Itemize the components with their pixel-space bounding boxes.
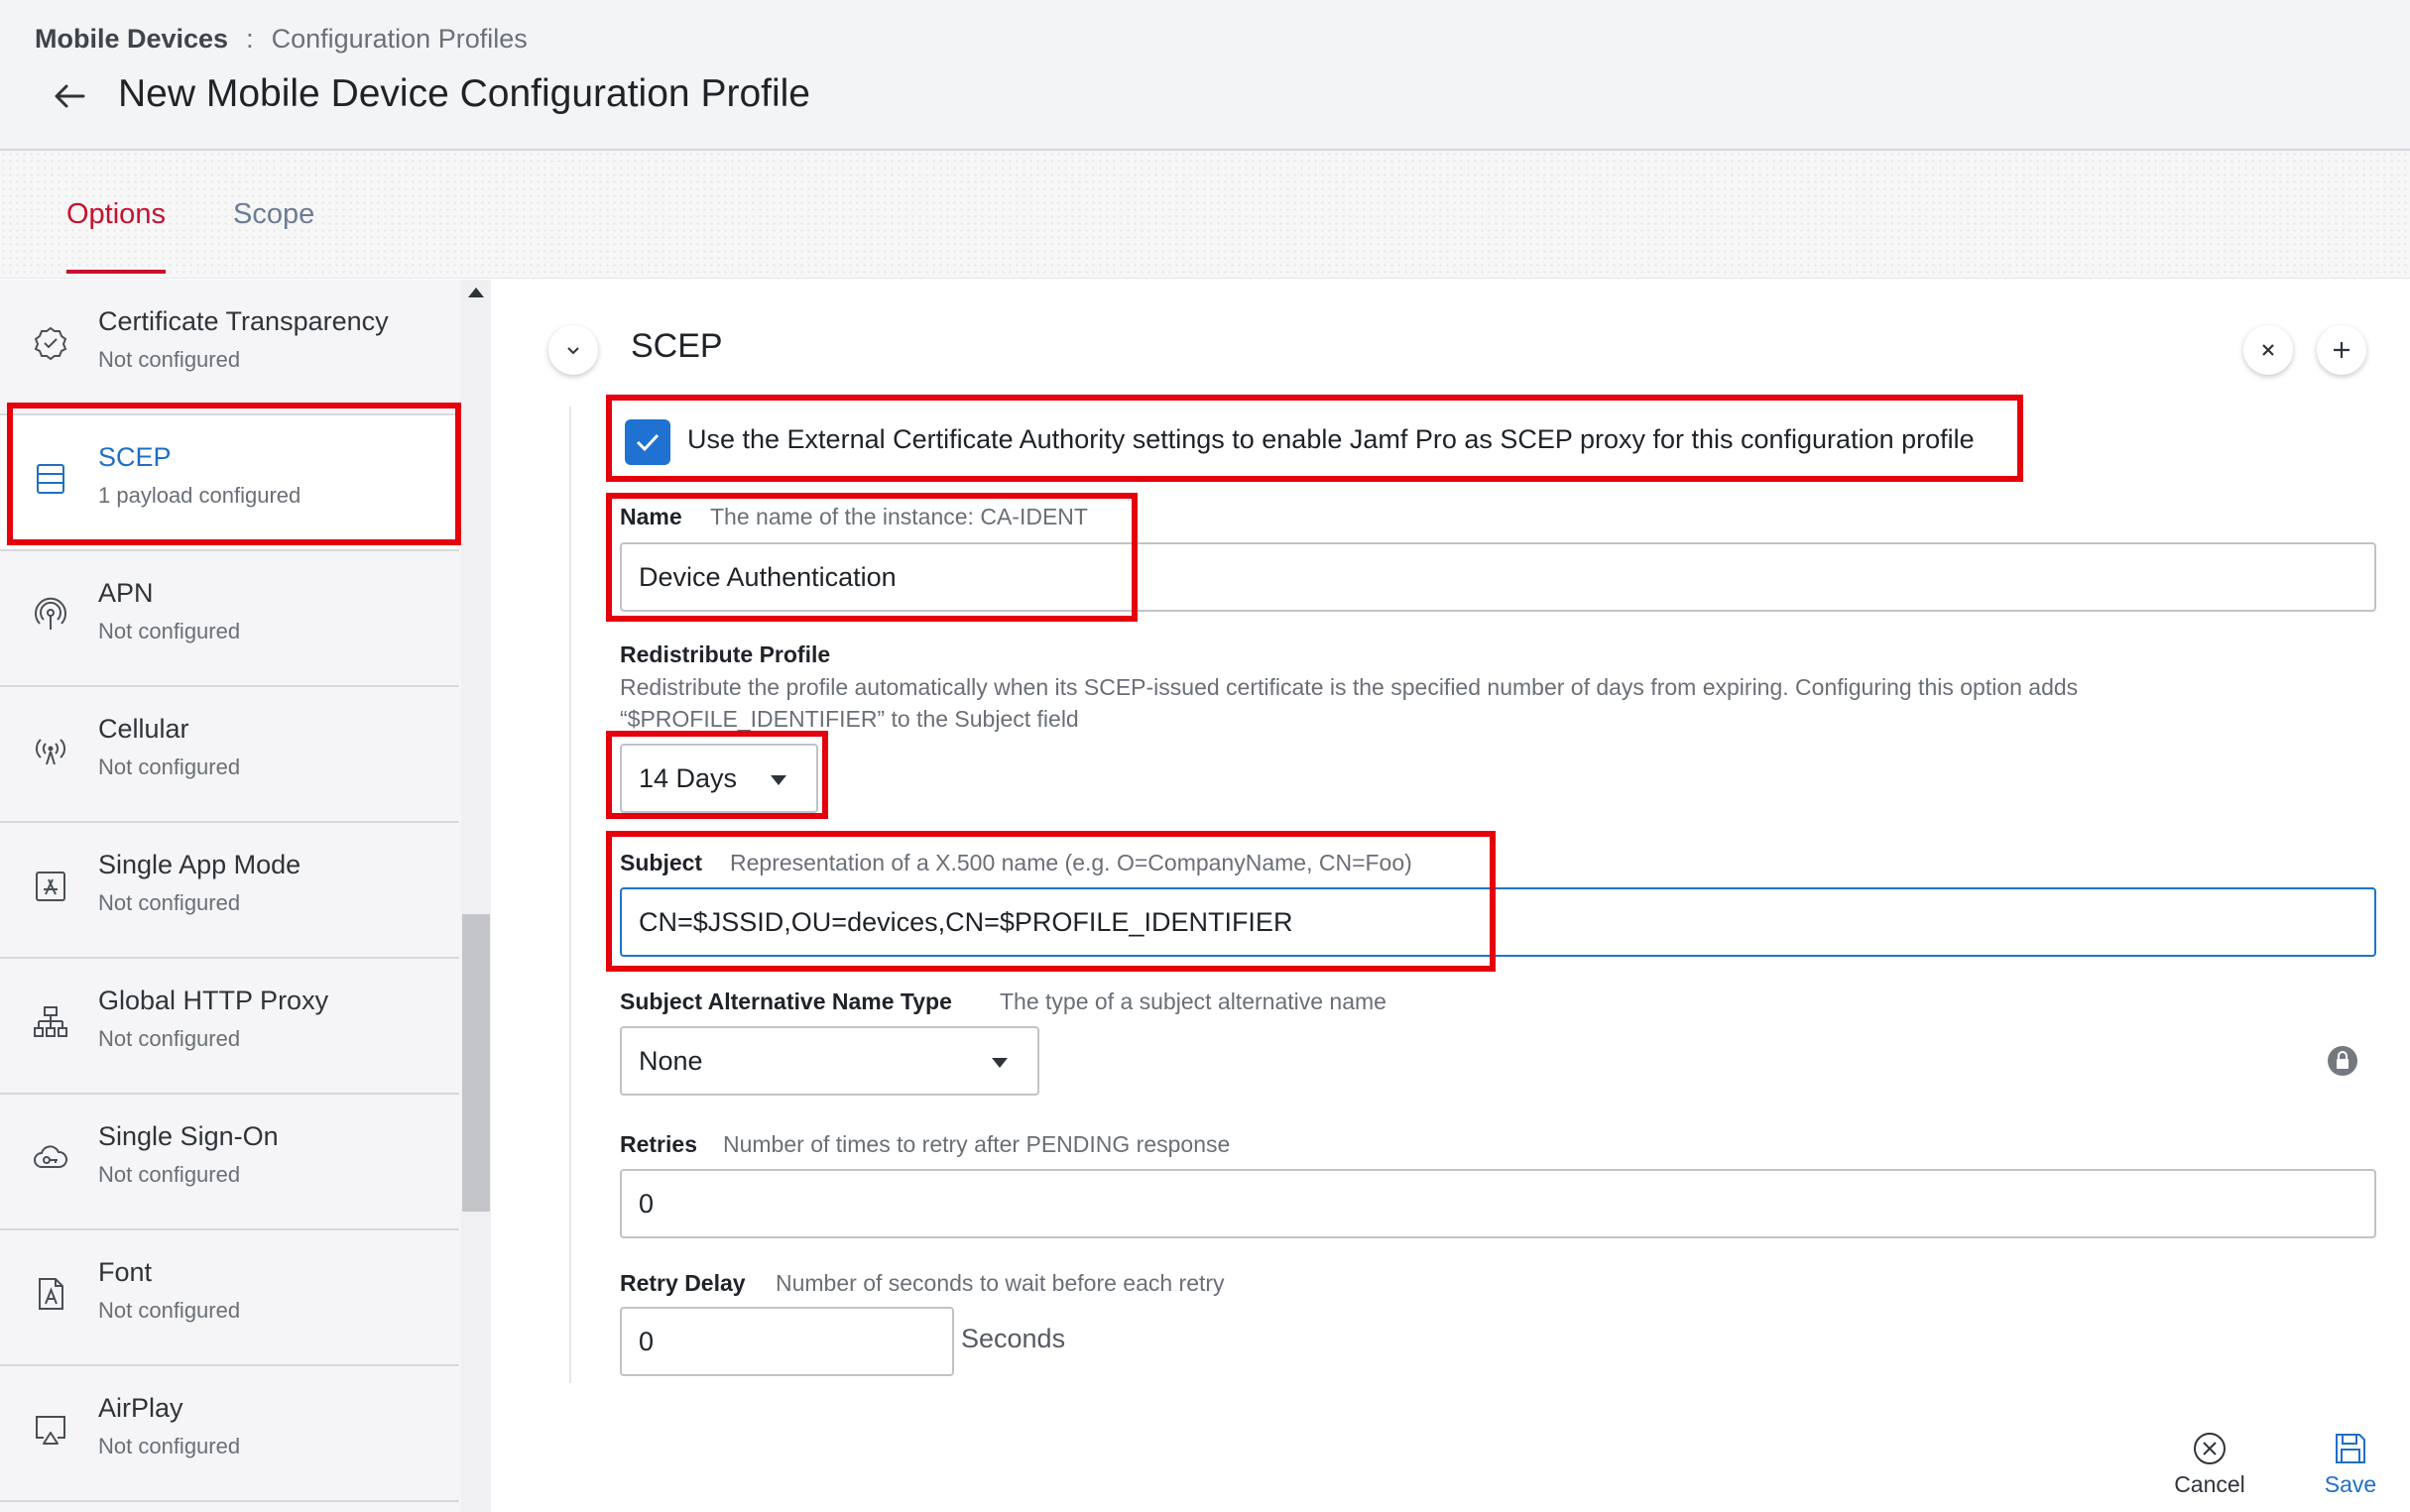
save-disk-icon [2336, 1434, 2365, 1463]
page-header: Mobile Devices : Configuration Profiles … [0, 0, 2410, 151]
sidebar-item-title: Font [98, 1257, 153, 1287]
sidebar-item-title: Certificate Transparency [98, 306, 389, 336]
sidebar-item-status: Not configured [98, 619, 241, 643]
san-type-hint: The type of a subject alternative name [1000, 989, 1386, 1014]
external-ca-checkbox[interactable] [625, 419, 670, 465]
retry-delay-field[interactable]: 0 [620, 1307, 954, 1376]
tab-scope[interactable]: Scope [233, 198, 314, 231]
sidebar-item-title: APN [98, 578, 154, 608]
sidebar-item-airplay[interactable]: AirPlay Not configured [0, 1366, 459, 1502]
sidebar-item-title: AirPlay [98, 1393, 183, 1423]
chevron-down-icon [567, 347, 579, 355]
cancel-circle-icon [2194, 1433, 2226, 1464]
cancel-label: Cancel [2174, 1471, 2245, 1497]
sidebar-item-global-http-proxy[interactable]: Global HTTP Proxy Not configured [0, 959, 459, 1095]
scep-server-icon [37, 464, 64, 494]
external-ca-label[interactable]: Use the External Certificate Authority s… [687, 424, 1975, 455]
sidebar-item-status: Not configured [98, 1162, 241, 1187]
sidebar-item-single-app-mode[interactable]: Single App Mode Not configured [0, 823, 459, 959]
tab-bar: Options Scope [0, 151, 2410, 279]
sidebar-item-title: Global HTTP Proxy [98, 986, 329, 1015]
sidebar-item-certificate-transparency[interactable]: Certificate Transparency Not configured [0, 280, 459, 415]
sidebar-item-single-sign-on[interactable]: Single Sign-On Not configured [0, 1095, 459, 1230]
name-label: Name [620, 504, 682, 529]
redistribute-description: Redistribute the profile automatically w… [620, 674, 2079, 732]
sidebar-item-scep[interactable]: SCEP 1 payload configured [0, 415, 459, 551]
save-button[interactable]: Save [2316, 1431, 2385, 1498]
cancel-button[interactable]: Cancel [2167, 1431, 2252, 1498]
sidebar-item-title: Single App Mode [98, 850, 301, 879]
retries-label: Retries [620, 1131, 697, 1157]
section-divider [569, 407, 571, 1383]
redistribute-select[interactable]: 14 Days [620, 744, 818, 813]
redistribute-label: Redistribute Profile [620, 641, 831, 667]
sidebar-item-cellular[interactable]: Cellular Not configured [0, 687, 459, 823]
tab-options[interactable]: Options [66, 198, 166, 231]
subject-hint: Representation of a X.500 name (e.g. O=C… [730, 850, 1412, 875]
san-type-select[interactable]: None [620, 1026, 1039, 1096]
antenna-icon [35, 597, 66, 630]
retry-delay-hint: Number of seconds to wait before each re… [776, 1270, 1225, 1296]
cellular-signal-icon [35, 739, 66, 765]
retry-delay-unit: Seconds [961, 1324, 1066, 1353]
airplay-icon [36, 1416, 65, 1445]
network-proxy-icon [34, 1006, 67, 1037]
subject-field[interactable]: CN=$JSSID,OU=devices,CN=$PROFILE_IDENTIF… [620, 887, 2376, 957]
sidebar-item-status: Not configured [98, 1434, 241, 1458]
scroll-up-arrow-icon[interactable] [468, 288, 484, 297]
checkmark-icon [636, 433, 660, 452]
collapse-button[interactable] [548, 325, 598, 375]
remove-payload-button[interactable] [2243, 325, 2293, 375]
sidebar-item-status: Not configured [98, 890, 241, 915]
active-tab-indicator [66, 270, 166, 274]
sidebar-item-title: Single Sign-On [98, 1121, 279, 1151]
breadcrumb-current[interactable]: Configuration Profiles [272, 24, 528, 55]
dropdown-caret-icon [992, 1058, 1008, 1068]
add-payload-button[interactable] [2317, 325, 2366, 375]
sidebar-scroll-thumb[interactable] [462, 914, 490, 1212]
retry-delay-label: Retry Delay [620, 1270, 746, 1296]
sidebar-item-status: Not configured [98, 1298, 241, 1323]
sidebar-item-status: Not configured [98, 347, 241, 372]
subject-label: Subject [620, 850, 703, 875]
sidebar-item-status: Not configured [98, 1026, 241, 1051]
retries-hint: Number of times to retry after PENDING r… [723, 1131, 1231, 1157]
sidebar-item-status: Not configured [98, 755, 241, 779]
san-type-label: Subject Alternative Name Type [620, 989, 952, 1014]
back-arrow-icon[interactable] [50, 75, 91, 117]
lock-icon[interactable] [2327, 1045, 2358, 1077]
font-file-icon [39, 1278, 63, 1310]
save-label: Save [2324, 1471, 2377, 1497]
page-title: New Mobile Device Configuration Profile [118, 72, 810, 115]
san-type-selected-value: None [639, 1045, 703, 1076]
payload-sidebar: Certificate Transparency Not configured … [0, 280, 461, 1512]
redistribute-selected-value: 14 Days [639, 762, 738, 793]
breadcrumb-root[interactable]: Mobile Devices [35, 24, 228, 55]
sidebar-item-font[interactable]: Font Not configured [0, 1230, 459, 1366]
breadcrumb-separator: : [246, 24, 254, 54]
dropdown-caret-icon [771, 775, 786, 785]
plus-icon [2334, 342, 2350, 358]
app-store-icon [36, 872, 65, 901]
sidebar-item-title: SCEP [98, 442, 172, 472]
cloud-key-icon [34, 1145, 67, 1168]
retries-field[interactable]: 0 [620, 1169, 2376, 1238]
sidebar-item-status: 1 payload configured [98, 483, 301, 508]
close-icon [2262, 344, 2274, 356]
name-field[interactable]: Device Authentication [620, 542, 2376, 612]
section-title: SCEP [631, 327, 723, 365]
certificate-badge-icon [34, 326, 67, 361]
sidebar-scrollbar[interactable] [461, 280, 491, 1512]
sidebar-item-title: Cellular [98, 714, 189, 744]
name-hint: The name of the instance: CA-IDENT [710, 504, 1088, 529]
breadcrumb: Mobile Devices : Configuration Profiles [35, 24, 528, 55]
sidebar-item-apn[interactable]: APN Not configured [0, 551, 459, 687]
